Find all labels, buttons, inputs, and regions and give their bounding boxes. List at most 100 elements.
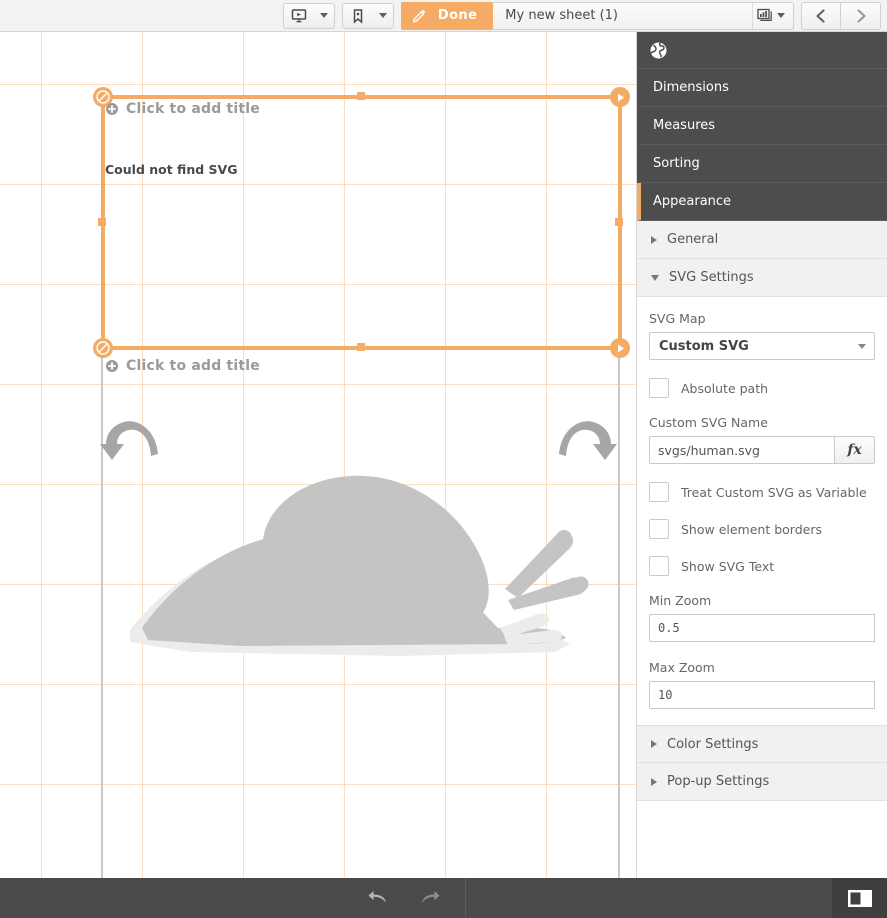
handle-bottom-left[interactable] <box>93 338 113 358</box>
tab-sorting-label: Sorting <box>653 156 700 171</box>
min-zoom-input[interactable]: 0.5 <box>649 614 875 642</box>
section-svg-settings[interactable]: SVG Settings <box>637 259 887 297</box>
toggle-panel-icon <box>847 889 872 907</box>
no-entry-icon <box>96 341 110 355</box>
tab-measures-label: Measures <box>653 118 716 133</box>
section-svg-settings-label: SVG Settings <box>669 270 754 285</box>
bookmark-button[interactable] <box>343 4 373 28</box>
sheet-selector: My new sheet (1) <box>493 1 794 30</box>
chevron-down-icon <box>378 13 387 18</box>
element-borders-label: Show element borders <box>681 521 822 537</box>
max-zoom-input[interactable]: 10 <box>649 681 875 709</box>
section-general-label: General <box>667 232 719 247</box>
presentation-icon <box>291 8 307 22</box>
tab-dimensions[interactable]: Dimensions <box>637 69 887 107</box>
tab-appearance-label: Appearance <box>653 194 732 209</box>
rotate-left-icon[interactable] <box>98 412 164 470</box>
min-zoom-row: 0.5 <box>649 614 875 642</box>
add-title-top-label: Click to add title <box>126 101 260 117</box>
pencil-icon <box>412 9 426 23</box>
handle-bottom-center[interactable] <box>357 343 365 351</box>
undo-arrow-icon <box>368 891 386 903</box>
presentation-button[interactable] <box>284 4 314 28</box>
tab-sorting[interactable]: Sorting <box>637 145 887 183</box>
top-toolbar: Done My new sheet (1) <box>0 0 887 32</box>
max-zoom-label: Max Zoom <box>649 660 715 675</box>
chevron-right-icon <box>856 8 866 23</box>
properties-panel-header <box>637 32 887 69</box>
min-zoom-label: Min Zoom <box>649 593 712 608</box>
chevron-down-icon <box>777 13 785 18</box>
svg-map-select[interactable]: Custom SVG <box>649 332 875 360</box>
handle-middle-left[interactable] <box>98 218 106 226</box>
redo-button[interactable] <box>419 889 441 907</box>
done-button[interactable]: Done <box>400 1 494 30</box>
treat-variable-checkbox[interactable] <box>649 482 669 502</box>
chevron-down-icon <box>651 274 659 281</box>
sheet-canvas[interactable]: Click to add title Could not find SVG Cl… <box>0 32 636 878</box>
section-color-settings[interactable]: Color Settings <box>637 725 887 763</box>
absolute-path-label: Absolute path <box>681 380 769 396</box>
handle-top-center[interactable] <box>357 92 365 100</box>
svg-map-label: SVG Map <box>649 311 706 326</box>
absolute-path-checkbox[interactable] <box>649 378 669 398</box>
next-sheet-button[interactable] <box>841 1 881 30</box>
bottom-toolbar <box>0 878 887 918</box>
treat-variable-label: Treat Custom SVG as Variable <box>681 484 867 500</box>
triangle-right-icon <box>617 344 624 352</box>
svg-text-row[interactable]: Show SVG Text <box>649 556 875 576</box>
chevron-right-icon <box>651 235 657 244</box>
sheet-navigation <box>801 1 881 30</box>
handle-top-right[interactable] <box>610 87 630 107</box>
handle-bottom-right[interactable] <box>610 338 630 358</box>
undo-redo-group <box>367 878 466 918</box>
tab-appearance[interactable]: Appearance <box>637 183 887 221</box>
triangle-right-icon <box>617 93 624 101</box>
custom-svg-name-row: svgs/human.svg fx <box>649 436 875 464</box>
section-popup-settings-label: Pop-up Settings <box>667 774 770 789</box>
properties-panel: Dimensions Measures Sorting Appearance G… <box>636 32 887 878</box>
custom-svg-name-input[interactable]: svgs/human.svg <box>649 436 835 464</box>
chevron-right-icon <box>651 777 657 786</box>
plus-circle-icon <box>106 360 118 372</box>
bottom-left-area <box>0 878 367 918</box>
chevron-left-icon <box>816 8 825 23</box>
tab-dimensions-label: Dimensions <box>653 80 729 95</box>
sheet-chart-dropdown[interactable] <box>752 2 793 29</box>
custom-svg-name-label: Custom SVG Name <box>649 415 768 430</box>
section-popup-settings[interactable]: Pop-up Settings <box>637 763 887 801</box>
chevron-down-icon <box>858 343 866 349</box>
snail-silhouette <box>130 475 589 656</box>
presentation-dropdown-caret[interactable] <box>314 4 334 28</box>
element-borders-row[interactable]: Show element borders <box>649 519 875 539</box>
expression-editor-button[interactable]: fx <box>835 436 875 464</box>
svg-settings-body: SVG Map Custom SVG Absolute path Custom … <box>637 297 887 725</box>
max-zoom-row: 10 <box>649 681 875 709</box>
svg-text-checkbox[interactable] <box>649 556 669 576</box>
element-borders-checkbox[interactable] <box>649 519 669 539</box>
sheet-name-label: My new sheet (1) <box>505 8 618 23</box>
undo-button[interactable] <box>367 889 389 907</box>
tab-measures[interactable]: Measures <box>637 107 887 145</box>
present-button-group <box>282 2 335 29</box>
rotate-right-icon[interactable] <box>553 412 619 470</box>
bookmark-dropdown-caret[interactable] <box>373 4 393 28</box>
add-title-bottom[interactable]: Click to add title <box>105 358 260 374</box>
add-title-bottom-label: Click to add title <box>126 358 260 374</box>
bookmark-icon <box>353 8 363 24</box>
treat-variable-row[interactable]: Treat Custom SVG as Variable <box>649 482 875 502</box>
bookmark-button-group <box>341 2 394 29</box>
chevron-down-icon <box>319 13 328 18</box>
absolute-path-row[interactable]: Absolute path <box>649 378 875 398</box>
svg-map-value: Custom SVG <box>659 338 749 354</box>
handle-middle-right[interactable] <box>615 218 623 226</box>
globe-icon <box>650 41 667 58</box>
toggle-properties-panel-button[interactable] <box>832 878 887 918</box>
redo-arrow-icon <box>421 891 439 903</box>
previous-sheet-button[interactable] <box>801 1 841 30</box>
chart-select-icon <box>757 8 772 21</box>
svg-error-message: Could not find SVG <box>105 162 238 177</box>
add-title-top[interactable]: Click to add title <box>105 101 260 117</box>
svg-text-label: Show SVG Text <box>681 558 775 574</box>
section-general[interactable]: General <box>637 221 887 259</box>
